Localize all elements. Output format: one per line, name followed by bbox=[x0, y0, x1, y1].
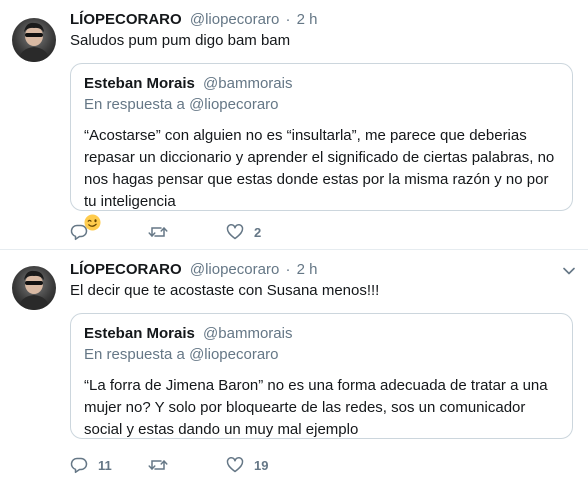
retweet-button[interactable] bbox=[148, 222, 226, 242]
tweet-actions: 2 bbox=[70, 222, 304, 242]
quoted-tweet[interactable]: Esteban Morais @bammorais En respuesta a… bbox=[70, 313, 573, 439]
reply-context: En respuesta a @liopecoraro bbox=[84, 346, 279, 363]
timestamp[interactable]: 2 h bbox=[297, 11, 318, 28]
separator: · bbox=[285, 11, 291, 28]
heart-icon bbox=[226, 223, 244, 241]
avatar[interactable] bbox=[12, 18, 56, 62]
retweet-icon bbox=[148, 223, 168, 241]
heart-icon bbox=[226, 456, 244, 474]
like-button[interactable]: 2 bbox=[226, 222, 304, 242]
reply-count: 11 bbox=[98, 457, 112, 473]
like-count: 2 bbox=[254, 224, 262, 240]
author-name[interactable]: LÍOPECORARO bbox=[70, 11, 182, 28]
like-button[interactable]: 19 bbox=[226, 455, 304, 475]
quoted-author-handle: @bammorais bbox=[203, 75, 293, 92]
tweet-text: Saludos pum pum digo bam bam bbox=[70, 32, 291, 49]
quoted-author-name: Esteban Morais bbox=[84, 75, 195, 92]
tweet-header: LÍOPECORARO @liopecoraro · 2 h bbox=[70, 10, 318, 30]
like-count: 19 bbox=[254, 457, 269, 473]
separator: · bbox=[285, 261, 291, 278]
retweet-icon bbox=[148, 456, 168, 474]
retweet-button[interactable] bbox=[148, 455, 226, 475]
more-options-chevron-down-icon[interactable] bbox=[562, 264, 576, 278]
tweet-text: El decir que te acostaste con Susana men… bbox=[70, 282, 380, 299]
author-handle[interactable]: @liopecoraro bbox=[190, 261, 279, 278]
author-handle[interactable]: @liopecoraro bbox=[190, 11, 279, 28]
quoted-tweet-text: “La forra de Jimena Baron” no es una for… bbox=[84, 377, 548, 438]
reply-icon bbox=[70, 223, 88, 241]
quoted-author-handle: @bammorais bbox=[203, 325, 293, 342]
tweet-feed: LÍOPECORARO @liopecoraro · 2 h Saludos p… bbox=[0, 0, 588, 484]
quoted-tweet-header: Esteban Morais @bammorais bbox=[84, 324, 560, 344]
tweet-header: LÍOPECORARO @liopecoraro · 2 h bbox=[70, 260, 318, 280]
author-name[interactable]: LÍOPECORARO bbox=[70, 261, 182, 278]
tweet[interactable]: LÍOPECORARO @liopecoraro · 2 h Saludos p… bbox=[0, 0, 588, 250]
tweet-actions: 11 19 bbox=[70, 455, 304, 475]
reply-button[interactable] bbox=[70, 222, 148, 242]
quoted-tweet-text-container: “Acostarse” con alguien no es “insultarl… bbox=[84, 125, 560, 235]
timestamp[interactable]: 2 h bbox=[297, 261, 318, 278]
quoted-tweet-header: Esteban Morais @bammorais bbox=[84, 74, 560, 94]
reply-context: En respuesta a @liopecoraro bbox=[84, 96, 279, 113]
reply-icon bbox=[70, 456, 88, 474]
avatar[interactable] bbox=[12, 266, 56, 310]
quoted-tweet[interactable]: Esteban Morais @bammorais En respuesta a… bbox=[70, 63, 573, 231]
quoted-tweet-text: “Acostarse” con alguien no es “insultarl… bbox=[84, 127, 555, 210]
reply-button[interactable]: 11 bbox=[70, 455, 148, 475]
quoted-author-name: Esteban Morais bbox=[84, 325, 195, 342]
tweet[interactable]: LÍOPECORARO @liopecoraro · 2 h El decir … bbox=[0, 250, 588, 484]
